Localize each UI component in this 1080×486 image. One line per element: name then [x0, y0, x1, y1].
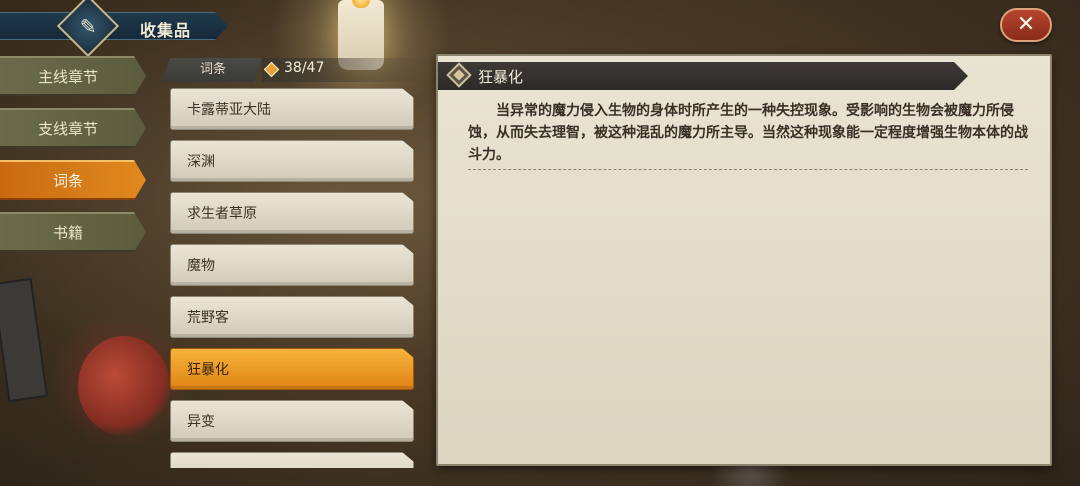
list-item[interactable]: 卡露蒂亚大陆: [170, 88, 414, 130]
list-header-label: 词条: [162, 58, 262, 82]
list-item[interactable]: [170, 452, 414, 468]
tab-main-chapters[interactable]: 主线章节: [0, 56, 146, 96]
tab-label: 主线章节: [37, 67, 98, 86]
page-title: 收集品: [140, 21, 192, 40]
list-item-label: 狂暴化: [187, 362, 229, 378]
flower-decoration: [78, 336, 170, 436]
detail-title: 狂暴化: [478, 68, 524, 86]
header: ✎ 收集品: [0, 0, 230, 58]
tab-label: 词条: [52, 171, 83, 190]
list-item-selected[interactable]: 狂暴化: [170, 348, 414, 390]
list-item[interactable]: 荒野客: [170, 296, 414, 338]
detail-description: 当异常的魔力侵入生物的身体时所产生的一种失控现象。受影响的生物会被魔力所侵蚀，从…: [468, 103, 1028, 163]
tab-entries[interactable]: 词条: [0, 160, 146, 200]
tab-label: 书籍: [52, 223, 83, 242]
list-item[interactable]: 深渊: [170, 140, 414, 182]
list-item-label: 求生者草原: [187, 206, 257, 222]
list-item[interactable]: 魔物: [170, 244, 414, 286]
divider: [468, 169, 1028, 170]
list-item-label: 异变: [187, 414, 215, 430]
tab-label: 支线章节: [37, 119, 98, 138]
list-item-label: 深渊: [187, 154, 215, 170]
close-button[interactable]: ✕: [1000, 8, 1052, 42]
quill-icon: ✎: [79, 13, 97, 38]
list-item[interactable]: 异变: [170, 400, 414, 442]
close-icon: ✕: [1016, 12, 1036, 37]
list-item-label: 卡露蒂亚大陆: [187, 102, 271, 118]
entry-list[interactable]: 卡露蒂亚大陆 深渊 求生者草原 魔物 荒野客 狂暴化 异变: [170, 88, 414, 468]
list-item-label: 荒野客: [187, 310, 229, 326]
detail-panel: 狂暴化 当异常的魔力侵入生物的身体时所产生的一种失控现象。受影响的生物会被魔力所…: [436, 54, 1052, 466]
tab-books[interactable]: 书籍: [0, 212, 146, 252]
list-item-label: 魔物: [187, 258, 215, 274]
list-item[interactable]: 求生者草原: [170, 192, 414, 234]
tab-side-chapters[interactable]: 支线章节: [0, 108, 146, 148]
collection-count: 38/47: [284, 60, 325, 76]
list-header: 词条 38/47: [162, 56, 432, 84]
